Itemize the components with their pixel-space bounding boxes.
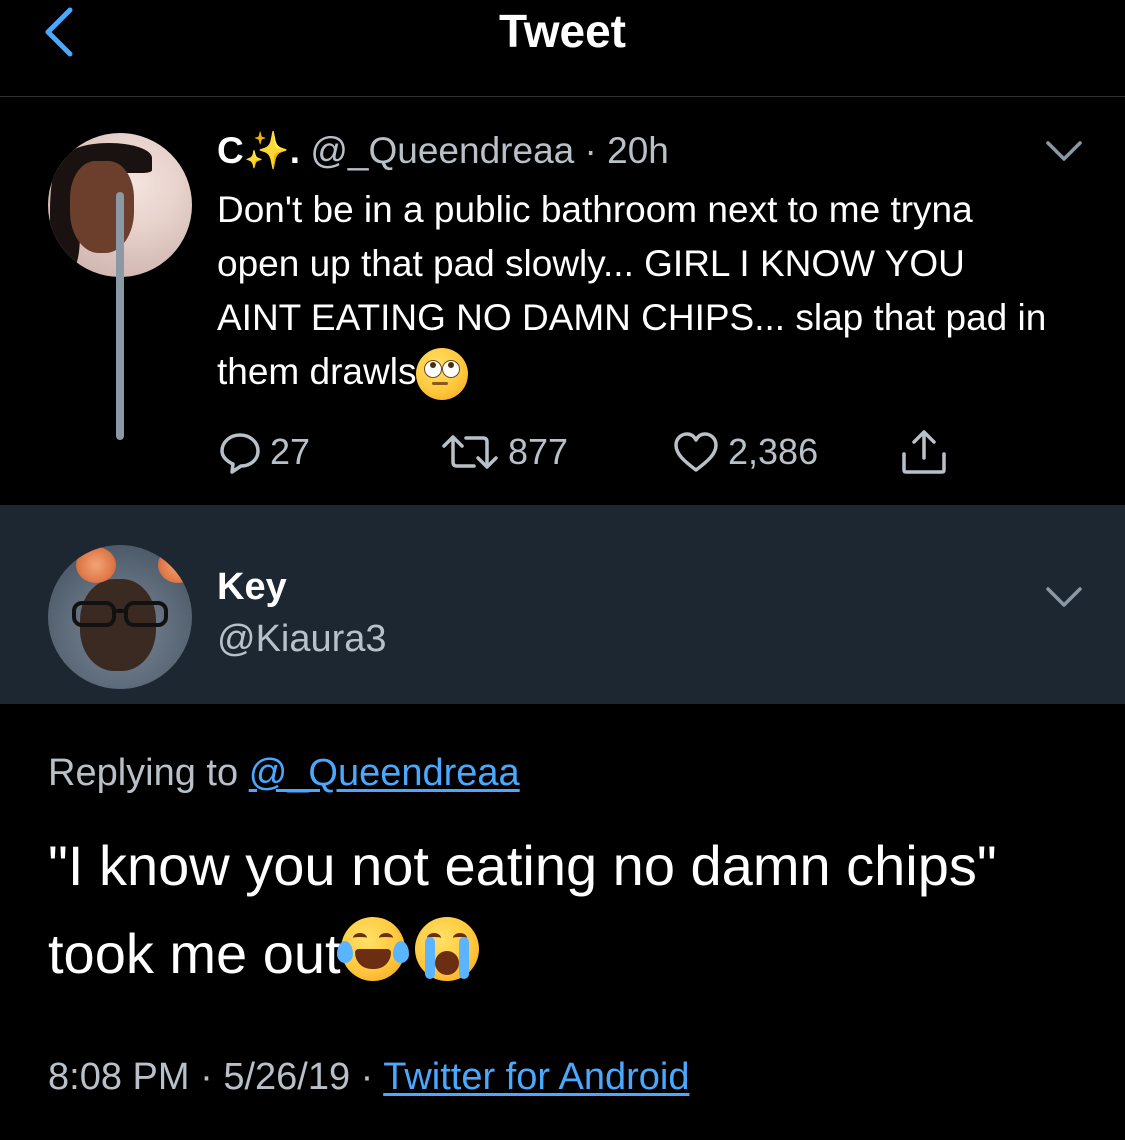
replying-to-handle-link[interactable]: @_Queendreaa: [249, 752, 520, 794]
timestamp: 20h: [607, 130, 669, 171]
replying-to: Replying to @_Queendreaa: [48, 748, 520, 798]
reply-author-header[interactable]: Key @Kiaura3: [0, 505, 1125, 704]
heart-icon: [674, 432, 718, 472]
separator: ·: [360, 1056, 374, 1098]
retweet-count: 877: [508, 431, 569, 472]
tweet-time: 8:08 PM: [48, 1056, 190, 1098]
tweet-body: Don't be in a public bathroom next to me…: [217, 183, 1047, 401]
display-name[interactable]: C✨.: [217, 130, 300, 171]
tweet-actions: 27 877 2,386: [0, 427, 1125, 477]
parent-tweet-header: C✨. @_Queendreaa · 20h: [217, 129, 669, 173]
face-with-rolling-eyes-emoji: [416, 348, 469, 401]
top-bar: Tweet: [0, 0, 1125, 97]
separator: ·: [584, 130, 597, 171]
reply-text-line-2-text: took me out: [48, 922, 341, 985]
page-title: Tweet: [499, 5, 626, 57]
reply-text-line-2: took me out: [48, 910, 1088, 998]
reply-text-line-1: "I know you not eating no damn chips": [48, 834, 997, 897]
display-name[interactable]: Key: [217, 565, 287, 609]
chevron-down-icon[interactable]: [1044, 137, 1084, 165]
retweet-button[interactable]: 877: [440, 427, 568, 477]
handle[interactable]: @_Queendreaa: [310, 130, 574, 171]
like-button[interactable]: 2,386: [672, 427, 818, 477]
thread-connector: [116, 192, 124, 440]
avatar[interactable]: [48, 545, 192, 689]
retweet-icon: [442, 435, 498, 469]
handle[interactable]: @Kiaura3: [217, 617, 387, 661]
separator: ·: [200, 1056, 213, 1098]
tweet-text: Don't be in a public bathroom next to me…: [217, 189, 1047, 392]
replying-to-label: Replying to: [48, 752, 239, 794]
like-count: 2,386: [728, 431, 819, 472]
reply-count: 27: [270, 431, 311, 472]
share-icon: [902, 430, 946, 474]
loudly-crying-face-emoji: [414, 917, 479, 981]
face-with-tears-of-joy-emoji: [336, 917, 409, 981]
chevron-down-icon[interactable]: [1044, 583, 1084, 611]
tweet-meta: 8:08 PM · 5/26/19 · Twitter for Android: [48, 1052, 689, 1102]
tweet-date: 5/26/19: [223, 1056, 351, 1098]
share-button[interactable]: [898, 427, 950, 477]
tweet-source-link[interactable]: Twitter for Android: [383, 1056, 689, 1098]
parent-tweet[interactable]: C✨. @_Queendreaa · 20h Don't be in a pub…: [0, 97, 1125, 505]
reply-icon: [220, 433, 260, 474]
reply-button[interactable]: 27: [218, 427, 310, 477]
reply-tweet-text: "I know you not eating no damn chips" to…: [48, 822, 1088, 998]
